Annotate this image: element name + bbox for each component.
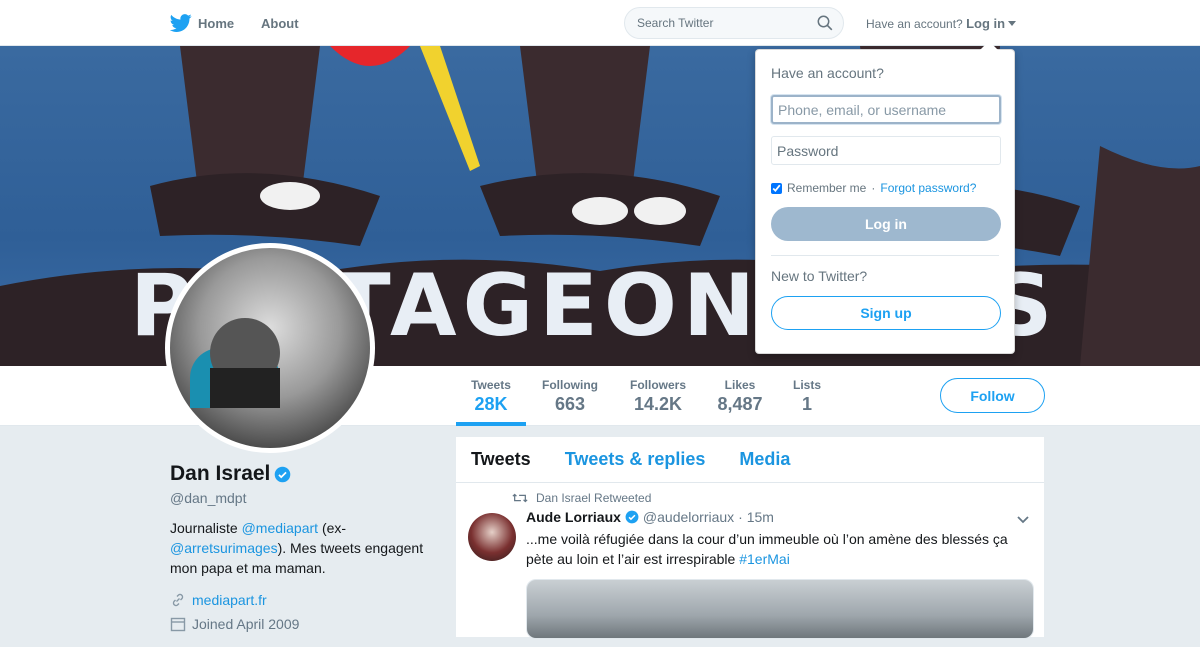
search-icon[interactable] <box>817 15 833 31</box>
search-box[interactable] <box>624 7 844 39</box>
about-nav-link[interactable]: About <box>261 16 299 31</box>
stat-tweets[interactable]: Tweets 28K <box>470 378 512 415</box>
stat-label: Following <box>542 378 598 392</box>
stat-followers[interactable]: Followers 14.2K <box>628 378 688 415</box>
timeline-tabs: Tweets Tweets & replies Media <box>456 437 1044 483</box>
login-dropdown: Have an account? Remember me · Forgot pa… <box>755 41 1015 354</box>
profile-sidebar: Dan Israel @dan_mdpt Journaliste @mediap… <box>170 462 440 632</box>
stat-label: Likes <box>724 378 756 392</box>
website-link[interactable]: mediapart.fr <box>192 592 267 608</box>
retweeted-by-text[interactable]: Dan Israel Retweeted <box>536 491 651 505</box>
tab-media[interactable]: Media <box>739 449 790 470</box>
stat-likes[interactable]: Likes 8,487 <box>716 378 764 415</box>
stat-following[interactable]: Following 663 <box>541 378 599 415</box>
remember-row: Remember me · Forgot password? <box>771 181 999 195</box>
twitter-bird-icon <box>170 14 192 32</box>
bio-link-arretsurimages[interactable]: @arretsurimages <box>170 540 278 556</box>
dropdown-title: Have an account? <box>771 65 884 81</box>
profile-website[interactable]: mediapart.fr <box>170 592 440 608</box>
search-input[interactable] <box>625 8 805 38</box>
profile-handle[interactable]: @dan_mdpt <box>170 490 440 506</box>
stat-lists[interactable]: Lists 1 <box>791 378 823 415</box>
verified-badge-icon <box>625 510 639 524</box>
retweet-context: Dan Israel Retweeted <box>512 491 1032 505</box>
account-login-toggle[interactable]: Have an account? Log in <box>866 16 1017 31</box>
home-nav-label: Home <box>198 15 235 31</box>
timeline: Tweets Tweets & replies Media Dan Israel… <box>456 437 1044 639</box>
verified-badge-icon <box>275 466 291 482</box>
tweet-media-image[interactable] <box>526 579 1034 639</box>
active-stat-underline <box>456 422 526 426</box>
tweet-author-handle[interactable]: @audelorriaux <box>643 509 734 525</box>
separator-dot: · <box>871 181 876 195</box>
login-button[interactable]: Log in <box>771 207 1001 241</box>
tweet-text: ...me voilà réfugiée dans la cour d’un i… <box>526 529 1032 569</box>
tweet-body: Aude Lorriaux @audelorriaux · 15m ...me … <box>526 509 1034 639</box>
tab-tweets[interactable]: Tweets <box>471 449 531 470</box>
forgot-password-link[interactable]: Forgot password? <box>880 181 976 195</box>
bio-text: (ex- <box>318 520 347 536</box>
tweet-author-avatar[interactable] <box>468 513 516 561</box>
remember-me-label[interactable]: Remember me <box>787 181 866 195</box>
profile-name-row: Dan Israel <box>170 462 440 486</box>
stat-value: 663 <box>554 394 586 414</box>
profile-avatar[interactable] <box>165 243 375 453</box>
stat-label: Followers <box>629 378 686 392</box>
login-toggle-label[interactable]: Log in <box>966 16 1005 31</box>
remember-me-checkbox[interactable] <box>771 182 782 194</box>
new-to-twitter-text: New to Twitter? <box>771 268 868 284</box>
link-icon <box>172 593 184 607</box>
stat-value: 1 <box>801 394 812 414</box>
stat-value: 28K <box>474 394 508 414</box>
dropdown-divider <box>771 255 999 256</box>
signup-button[interactable]: Sign up <box>771 296 1001 330</box>
retweet-icon <box>512 493 528 503</box>
tweet-hashtag[interactable]: #1erMai <box>739 551 790 567</box>
username-field[interactable] <box>771 95 1001 124</box>
stat-value: 14.2K <box>633 394 683 414</box>
caret-down-icon <box>1008 21 1017 26</box>
bio-text: Journaliste <box>170 520 242 536</box>
bio-link-mediapart[interactable]: @mediapart <box>242 520 318 536</box>
tweet-timestamp[interactable]: · 15m <box>738 509 774 525</box>
password-field[interactable] <box>771 136 1001 165</box>
follow-button[interactable]: Follow <box>940 378 1045 413</box>
tweet-author-name[interactable]: Aude Lorriaux <box>526 509 621 525</box>
have-account-text: Have an account? <box>866 17 963 31</box>
tweet-header: Aude Lorriaux @audelorriaux · 15m <box>526 509 1032 525</box>
profile-name[interactable]: Dan Israel <box>170 462 270 486</box>
stat-value: 8,487 <box>717 394 763 414</box>
stat-label: Lists <box>792 378 821 392</box>
chevron-down-icon[interactable] <box>1016 515 1030 525</box>
stat-label: Tweets <box>471 378 511 392</box>
home-nav-link[interactable]: Home <box>170 12 234 34</box>
top-navigation-bar: Home About Have an account? Log in <box>0 0 1200 46</box>
profile-bio: Journaliste @mediapart (ex- @arretsurimag… <box>170 518 440 578</box>
tab-tweets-and-replies[interactable]: Tweets & replies <box>565 449 706 470</box>
tweet-item[interactable]: Dan Israel Retweeted Aude Lorriaux @aude… <box>456 483 1044 647</box>
